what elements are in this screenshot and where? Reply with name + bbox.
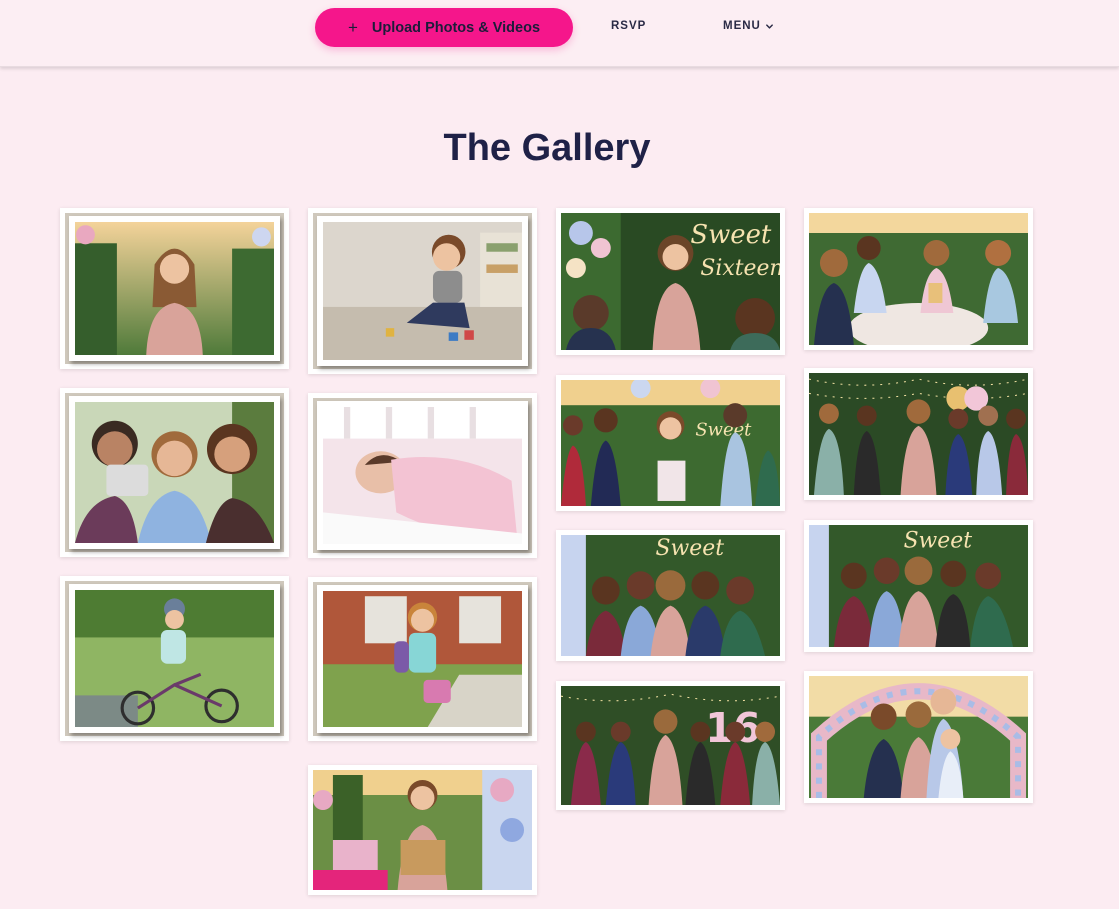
chevron-down-icon [765, 23, 773, 29]
gallery-photo-sweet-sixteen-speech[interactable]: Sweet Sixteen [556, 208, 785, 355]
gallery-photo-newborn[interactable] [308, 393, 537, 558]
gallery-photo-bike-ride[interactable] [60, 576, 289, 741]
gallery-photo-party-16-balloons[interactable]: 16 [556, 681, 785, 810]
sweet-sign-text: Sweet [690, 220, 771, 250]
gallery-photo-toddler-blocks[interactable] [308, 208, 537, 374]
upload-photos-button[interactable]: + Upload Photos & Videos [315, 8, 573, 47]
gallery-photo-birthday-portrait[interactable] [60, 208, 289, 369]
gallery-photo-family-flower-arch[interactable] [804, 671, 1033, 803]
sweet-sign-text-3: Sweet [656, 536, 725, 561]
rsvp-link[interactable]: RSVP [611, 20, 646, 32]
gallery-photo-friends-dancing[interactable] [804, 368, 1033, 500]
sweet-sign-text-4: Sweet [904, 527, 973, 553]
upload-button-label: Upload Photos & Videos [371, 19, 541, 36]
gallery-photo-backpack-school[interactable] [308, 577, 537, 741]
menu-dropdown[interactable]: MENU [723, 20, 774, 32]
gallery-photo-opening-presents[interactable] [308, 765, 537, 895]
menu-label: MENU [723, 20, 761, 32]
sixteen-sign-text: Sixteen [700, 256, 780, 281]
page-title: The Gallery [443, 127, 651, 169]
gallery-photo-friends-posing[interactable]: Sweet [804, 520, 1033, 652]
gallery-photo-group-selfie[interactable]: Sweet [556, 530, 785, 661]
top-nav-bar: + Upload Photos & Videos RSVP MENU [0, 0, 1119, 67]
gallery-photo-family-dinner[interactable] [804, 208, 1033, 350]
gallery-photo-friends-selfie[interactable] [60, 388, 289, 557]
gallery-photo-blowing-candles[interactable]: Sweet [556, 375, 785, 511]
rsvp-label: RSVP [611, 20, 647, 32]
plus-icon: + [347, 18, 358, 37]
